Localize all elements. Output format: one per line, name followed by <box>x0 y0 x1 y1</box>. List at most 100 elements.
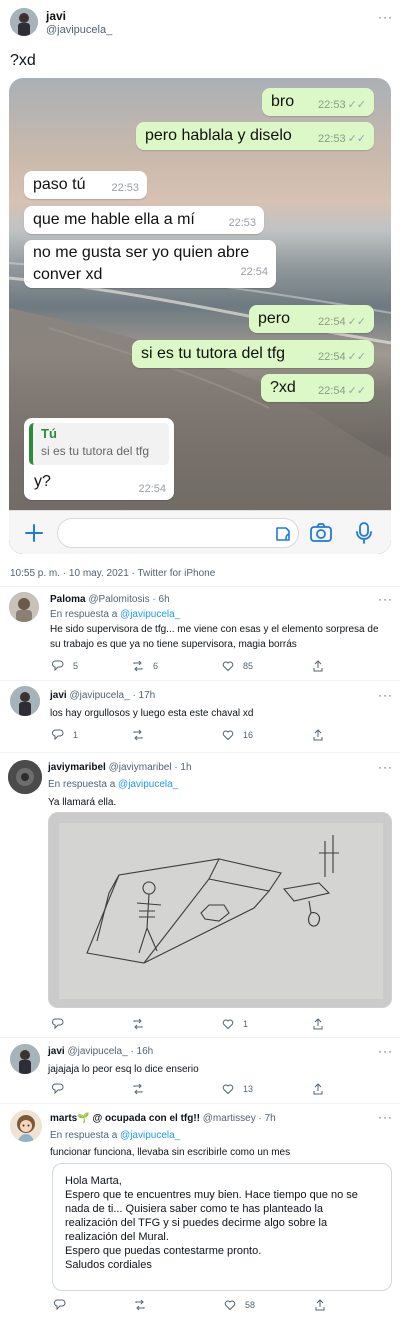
reply-author-name[interactable]: javi <box>50 690 67 701</box>
retweet-button[interactable] <box>132 1018 222 1030</box>
reply-actions: 13 <box>52 1083 324 1095</box>
read-ticks-icon: ✓✓ <box>347 351 366 363</box>
retweet-button[interactable] <box>132 729 222 741</box>
sticker-icon[interactable] <box>274 525 292 543</box>
camera-icon[interactable] <box>309 522 333 544</box>
retweet-button[interactable] <box>134 1299 224 1311</box>
reply-time[interactable]: · 7h <box>259 1113 276 1124</box>
share-button[interactable] <box>314 1299 326 1311</box>
reply-button[interactable] <box>52 1083 132 1095</box>
reply-author-handle[interactable]: @Palomitosis <box>88 594 149 605</box>
quoted-message[interactable]: Tú si es tu tutora del tfg <box>29 423 169 465</box>
reply-time[interactable]: · 6h <box>152 594 169 605</box>
reply-text-line: su trabajo es que ya no tiene supervisor… <box>50 639 297 650</box>
avatar[interactable] <box>10 686 40 716</box>
retweet-button[interactable]: 6 <box>132 660 222 672</box>
reply-button[interactable]: 5 <box>52 660 132 672</box>
in-reply-to-handle[interactable]: @javipucela_ <box>120 1130 180 1141</box>
like-count: 13 <box>243 1084 254 1094</box>
reply-author-name[interactable]: javiymaribel <box>48 762 106 773</box>
like-button[interactable]: 85 <box>222 660 312 672</box>
message-bubble-reply[interactable]: Tú si es tu tutora del tfg y? 22:54 <box>24 418 174 500</box>
plus-icon[interactable] <box>23 522 45 544</box>
heart-icon <box>222 1084 234 1095</box>
message-bubble-received[interactable]: no me gusta ser yo quien abre conver xd … <box>24 240 276 288</box>
share-button[interactable] <box>312 729 324 741</box>
reply-time[interactable]: · 16h <box>130 1046 153 1057</box>
message-bubble-sent[interactable]: bro 22:53 ✓✓ <box>262 88 374 116</box>
message-bubble-sent[interactable]: pero hablala y diselo 22:53 ✓✓ <box>136 122 374 150</box>
tweet-timestamp[interactable]: 10:55 p. m. · 10 may. 2021 · Twitter for… <box>10 568 215 579</box>
message-text: paso tú <box>33 176 86 193</box>
email-screenshot-image[interactable]: Hola Marta, Espero que te encuentres muy… <box>52 1163 392 1291</box>
message-time: 22:53 <box>111 182 139 194</box>
message-bubble-received[interactable]: que me hable ella a mí 22:53 <box>24 206 264 234</box>
reply-button[interactable] <box>52 1018 132 1030</box>
message-input[interactable] <box>57 518 299 548</box>
reply-icon <box>54 1299 66 1311</box>
chat-input-bar <box>9 510 391 554</box>
chat-screenshot-image[interactable]: bro 22:53 ✓✓ pero hablala y diselo 22:53 ✓… <box>9 78 391 554</box>
like-button[interactable]: 58 <box>224 1299 314 1311</box>
reply-author-handle[interactable]: @martissey <box>203 1113 256 1124</box>
microphone-icon[interactable] <box>355 521 373 545</box>
share-button[interactable] <box>312 1083 324 1095</box>
reply-time[interactable]: · 1h <box>174 762 191 773</box>
more-icon[interactable]: ··· <box>378 10 393 24</box>
retweet-button[interactable] <box>132 1083 222 1095</box>
message-bubble-received[interactable]: paso tú 22:53 <box>24 171 147 199</box>
more-icon[interactable]: ··· <box>378 760 393 774</box>
letter-line: realización del TFG y si puedes decirme … <box>65 1217 328 1229</box>
tweet-text: ?xd <box>10 52 36 69</box>
read-ticks-icon: ✓✓ <box>347 316 366 328</box>
message-text: que me hable ella a mí <box>33 211 195 228</box>
message-text: no me gusta ser yo quien abre <box>33 244 250 261</box>
like-button[interactable]: 16 <box>222 729 312 741</box>
avatar[interactable] <box>10 8 38 36</box>
like-button[interactable]: 1 <box>222 1018 312 1030</box>
reply-actions: 58 <box>54 1299 326 1311</box>
reply-author-name[interactable]: javi <box>48 1046 65 1057</box>
like-count: 85 <box>243 661 254 671</box>
avatar[interactable] <box>10 1110 42 1142</box>
reply-author-name[interactable]: marts🌱 @ ocupada con el tfg!! <box>50 1113 200 1124</box>
avatar[interactable] <box>10 1044 40 1074</box>
reply-time[interactable]: · 17h <box>132 690 155 701</box>
letter-line: Hola Marta, <box>65 1175 122 1187</box>
more-icon[interactable]: ··· <box>378 688 393 702</box>
reply-author-handle[interactable]: @javipucela_ <box>67 1046 127 1057</box>
reply-count: 1 <box>73 730 79 740</box>
like-count: 16 <box>243 730 254 740</box>
message-bubble-sent[interactable]: si es tu tutora del tfg 22:54 ✓✓ <box>132 340 374 368</box>
message-bubble-sent[interactable]: ?xd 22:54 ✓✓ <box>261 374 374 402</box>
in-reply-to-handle[interactable]: @javipucela_ <box>120 609 180 620</box>
in-reply-to-handle[interactable]: @javipucela_ <box>118 779 178 790</box>
mural-sketch-image[interactable] <box>48 812 392 1008</box>
share-button[interactable] <box>312 1018 324 1030</box>
share-icon <box>313 729 323 741</box>
in-reply-to-label: En respuesta a <box>50 609 118 620</box>
author-name[interactable]: javi <box>46 9 66 23</box>
avatar[interactable] <box>8 760 42 794</box>
reply-text: He sido supervisora de tfg... me viene c… <box>50 622 395 652</box>
in-reply-to-label: En respuesta a <box>48 779 116 790</box>
reply-button[interactable] <box>54 1299 134 1311</box>
reply-author-handle[interactable]: @javiymaribel <box>109 762 172 773</box>
avatar[interactable] <box>9 592 39 622</box>
message-bubble-sent[interactable]: pero 22:54 ✓✓ <box>249 305 374 333</box>
reply-author-handle[interactable]: @javipucela_ <box>69 690 129 701</box>
reply-text: funcionar funciona, llevaba sin escribir… <box>50 1147 291 1158</box>
more-icon[interactable]: ··· <box>378 1044 393 1058</box>
more-icon[interactable]: ··· <box>378 1110 393 1124</box>
share-button[interactable] <box>312 660 324 672</box>
heart-icon <box>224 1300 236 1311</box>
more-icon[interactable]: ··· <box>378 592 393 606</box>
author-handle[interactable]: @javipucela_ <box>46 24 112 36</box>
retweet-icon <box>133 729 143 741</box>
share-icon <box>313 1018 323 1030</box>
like-button[interactable]: 13 <box>222 1083 312 1095</box>
reply-button[interactable]: 1 <box>52 729 132 741</box>
letter-line: nada de ti... Quisiera saber como te has… <box>65 1203 324 1215</box>
reply-author-name[interactable]: Paloma <box>50 594 86 605</box>
divider <box>0 1037 400 1038</box>
